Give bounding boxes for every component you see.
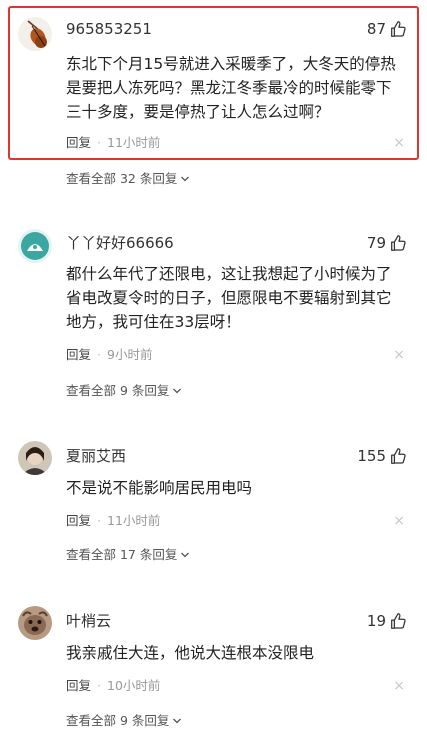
- like-button[interactable]: 87: [367, 19, 407, 39]
- thumbs-up-icon: [391, 613, 406, 629]
- like-count: 19: [366, 612, 386, 630]
- close-icon[interactable]: ×: [393, 346, 405, 364]
- view-all-replies-button[interactable]: 查看全部 9 条回复: [66, 382, 182, 400]
- username[interactable]: 夏丽艾西: [66, 446, 126, 466]
- like-button[interactable]: 19: [367, 611, 407, 631]
- view-all-label: 查看全部 17 条回复: [66, 547, 178, 562]
- comment-line: 是要把人冻死吗？黑龙江冬季最冷的时候能零下: [66, 79, 392, 97]
- chevron-down-icon: [173, 718, 182, 724]
- comment-line: 都什么年代了还限电，这让我想起了小时候为了: [66, 265, 392, 283]
- comment-text: 我亲戚住大连，他说大连根本没限电: [66, 641, 411, 665]
- comment-meta: 回复 · 9小时前: [66, 346, 152, 364]
- violin-icon: [18, 17, 52, 51]
- reply-button[interactable]: 回复: [66, 677, 91, 695]
- view-all-replies-button[interactable]: 查看全部 17 条回复: [66, 546, 190, 564]
- separator: ·: [97, 347, 101, 362]
- reply-button[interactable]: 回复: [66, 134, 91, 152]
- view-all-replies-button[interactable]: 查看全部 9 条回复: [66, 712, 182, 730]
- comment-line: 三十多度，要是停热了让人怎么过啊？: [66, 103, 330, 121]
- view-all-label: 查看全部 32 条回复: [66, 171, 178, 186]
- comment-line: 省电改夏令时的日子，但愿限电不要辐射到其它: [66, 289, 392, 307]
- timestamp: 9小时前: [107, 347, 153, 362]
- separator: ·: [97, 135, 101, 150]
- timestamp: 10小时前: [107, 678, 161, 693]
- avatar[interactable]: [18, 229, 52, 263]
- close-icon[interactable]: ×: [393, 677, 405, 695]
- comment-meta: 回复 · 11小时前: [66, 134, 160, 152]
- avatar[interactable]: [18, 441, 52, 475]
- like-count: 87: [366, 20, 386, 38]
- avatar[interactable]: [18, 17, 52, 51]
- comment-text: 都什么年代了还限电，这让我想起了小时候为了 省电改夏令时的日子，但愿限电不要辐射…: [66, 262, 411, 334]
- comment-line: 东北下个月15号就进入采暖季了，大冬天的停热: [66, 55, 396, 73]
- username[interactable]: 叶梢云: [66, 611, 111, 631]
- separator: ·: [97, 513, 101, 528]
- comment-line: 不是说不能影响居民用电吗: [66, 479, 253, 497]
- avatar[interactable]: [18, 606, 52, 640]
- timestamp: 11小时前: [107, 135, 161, 150]
- view-all-replies-button[interactable]: 查看全部 32 条回复: [66, 170, 190, 188]
- reply-button[interactable]: 回复: [66, 512, 91, 530]
- like-count: 79: [366, 234, 386, 252]
- like-button[interactable]: 79: [367, 233, 407, 253]
- thumbs-up-icon: [391, 448, 406, 464]
- like-count: 155: [357, 447, 386, 465]
- chevron-down-icon: [181, 552, 190, 558]
- view-all-label: 查看全部 9 条回复: [66, 383, 170, 398]
- username[interactable]: 丫丫好好66666: [66, 233, 174, 253]
- photo-avatar-icon: [18, 441, 52, 475]
- close-icon[interactable]: ×: [393, 134, 405, 152]
- thumbs-up-icon: [391, 235, 406, 251]
- comment-line: 地方，我可住在33层呀！: [66, 313, 241, 331]
- like-button[interactable]: 155: [357, 446, 407, 466]
- chevron-down-icon: [173, 388, 182, 394]
- comment-meta: 回复 · 10小时前: [66, 677, 160, 695]
- teal-avatar-icon: [18, 229, 52, 263]
- comment-line: 我亲戚住大连，他说大连根本没限电: [66, 644, 315, 662]
- username[interactable]: 965853251: [66, 19, 152, 39]
- comment-text: 不是说不能影响居民用电吗: [66, 476, 411, 500]
- chevron-down-icon: [181, 176, 190, 182]
- close-icon[interactable]: ×: [393, 512, 405, 530]
- reply-button[interactable]: 回复: [66, 346, 91, 364]
- timestamp: 11小时前: [107, 513, 161, 528]
- comment-text: 东北下个月15号就进入采暖季了，大冬天的停热 是要把人冻死吗？黑龙江冬季最冷的时…: [66, 52, 411, 124]
- comment-meta: 回复 · 11小时前: [66, 512, 160, 530]
- view-all-label: 查看全部 9 条回复: [66, 713, 170, 728]
- separator: ·: [97, 678, 101, 693]
- dog-avatar-icon: [18, 606, 52, 640]
- thumbs-up-icon: [391, 21, 406, 37]
